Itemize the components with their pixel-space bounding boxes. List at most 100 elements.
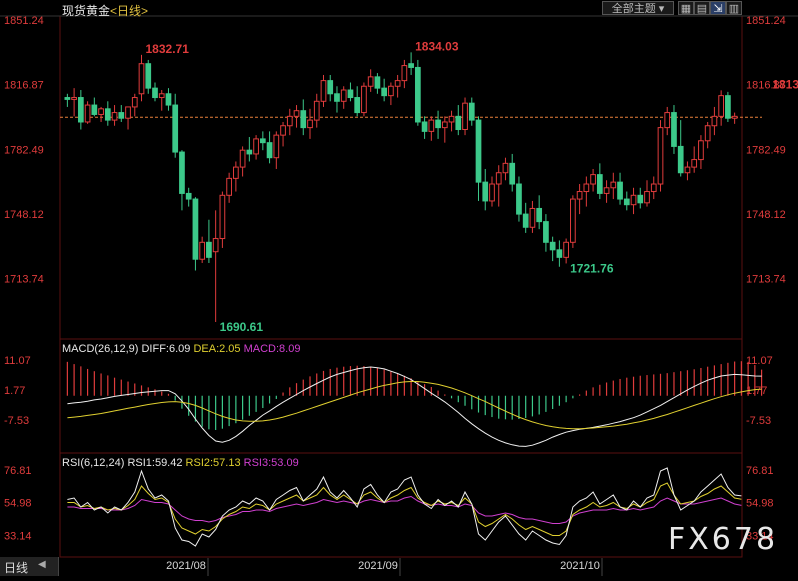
candle-body (455, 115, 462, 130)
candle-body (300, 110, 307, 129)
candle-body (462, 102, 468, 130)
candle-body (617, 181, 623, 200)
price-axis-right-tick: 1782.49 (746, 144, 786, 156)
candle-body (556, 249, 563, 258)
candle-body (576, 191, 583, 200)
candle-body (226, 177, 232, 196)
candle-body (104, 108, 111, 121)
price-axis-left-tick: 1782.49 (4, 144, 44, 156)
candle-body (266, 142, 273, 159)
candle-body (401, 65, 408, 82)
candle-body (590, 174, 596, 185)
period-label[interactable]: <日线> (110, 4, 148, 18)
price-axis-left-tick: 1748.12 (4, 209, 44, 221)
chart-stage[interactable]: 1851.24 1851.24 1816.87 1816.87 1782.49 1782.… (0, 0, 798, 576)
candle-body (448, 115, 455, 123)
candle-body (374, 76, 381, 89)
candle-body (77, 97, 84, 123)
candle-body (657, 127, 664, 185)
candle-body (408, 63, 414, 68)
period-tab[interactable]: 日线 ◀ (0, 557, 59, 576)
candle-body (543, 221, 549, 243)
rsi1-line (67, 467, 742, 547)
x-axis-tick: 2021/10 (560, 560, 600, 572)
candle-body (711, 115, 718, 127)
rsi3-value: RSI3:53.09 (243, 457, 299, 469)
candle-body (286, 115, 293, 127)
candle-body (320, 80, 327, 102)
rsi-legend: RSI(6,12,24) RSI1:59.42 RSI2:57.13 RSI3:… (62, 457, 299, 469)
candle-body (192, 198, 199, 260)
candle-body (394, 80, 401, 87)
panel-frame-1 (59, 338, 743, 454)
price-annotation: 1832.71 (146, 42, 190, 56)
candle-body (435, 119, 441, 129)
candle-body (179, 151, 185, 194)
rsi1-value: RSI1:59.42 (127, 457, 183, 469)
candle-body (502, 162, 509, 174)
candle-body (239, 149, 246, 168)
macd-dif: DIFF:6.09 (141, 343, 191, 355)
candle-body (671, 112, 677, 147)
macd-axis-right-tick: 1.77 (746, 385, 767, 397)
candle-body (64, 97, 71, 100)
candle-body (583, 183, 590, 193)
candle-body (704, 125, 711, 142)
candle-body (233, 166, 239, 179)
candle-body (650, 183, 657, 193)
rsi-name: RSI(6,12,24) (62, 457, 125, 469)
candle-body (664, 112, 671, 129)
price-axis-right-tick: 1748.12 (746, 209, 786, 221)
candle-body (280, 125, 286, 136)
candle-body (212, 238, 219, 253)
candle-body (165, 93, 172, 106)
arrow-icon[interactable]: ⇲ (710, 1, 726, 15)
candle-body (206, 241, 212, 258)
candle-body (522, 213, 529, 228)
chart-canvas[interactable]: 1851.24 1851.241816.87 1816.871782.49 1782.… (0, 0, 798, 576)
grid-icon[interactable]: ▦ (678, 1, 694, 15)
caret-icon: ◀ (38, 559, 46, 570)
candle-body (327, 80, 334, 95)
candle-body (495, 172, 502, 185)
candle-body (677, 145, 684, 174)
candle-body (684, 166, 691, 174)
candle-body (84, 104, 91, 123)
candle-body (596, 174, 603, 194)
macd-axis-right-tick: 11.07 (746, 355, 773, 367)
candle-body (367, 76, 374, 87)
candle-body (118, 112, 125, 119)
candle-body (529, 207, 536, 228)
theme-dropdown[interactable]: 全部主题 ▾ (602, 1, 674, 15)
price-annotation: 1690.61 (220, 320, 264, 334)
candle-body (138, 63, 145, 95)
price-axis-right-tick: 1713.74 (746, 274, 786, 286)
candle-body (253, 138, 259, 155)
x-axis-tick: 2021/09 (358, 560, 398, 572)
macd-axis-left-tick: 1.77 (4, 385, 25, 397)
candle-body (71, 97, 77, 100)
x-axis-tick: 2021/08 (166, 560, 206, 572)
stack-icon[interactable]: ▥ (726, 1, 742, 15)
candle-body (441, 121, 448, 129)
candle-body (691, 159, 698, 168)
candle-body (421, 121, 428, 132)
candle-body (637, 194, 644, 204)
chevron-down-icon: ▾ (658, 3, 665, 15)
candle-body (388, 85, 394, 97)
candle-body (131, 97, 138, 108)
candle-body (549, 241, 556, 251)
macd-name: MACD(26,12,9) (62, 343, 139, 355)
period-tab-label: 日线 (4, 561, 29, 575)
rsi-axis-left-tick: 54.98 (4, 498, 32, 510)
chart-icon[interactable]: ▤ (694, 1, 710, 15)
candle-body (98, 108, 104, 115)
rsi-axis-right-tick: 54.98 (746, 498, 774, 510)
candle-body (273, 134, 280, 159)
candle-body (563, 241, 569, 258)
price-annotation: 1813.82 (772, 77, 798, 91)
candle-body (185, 192, 192, 200)
macd-dea: DEA:2.05 (193, 343, 241, 355)
candle-body (623, 198, 630, 206)
candle-body (158, 93, 165, 99)
